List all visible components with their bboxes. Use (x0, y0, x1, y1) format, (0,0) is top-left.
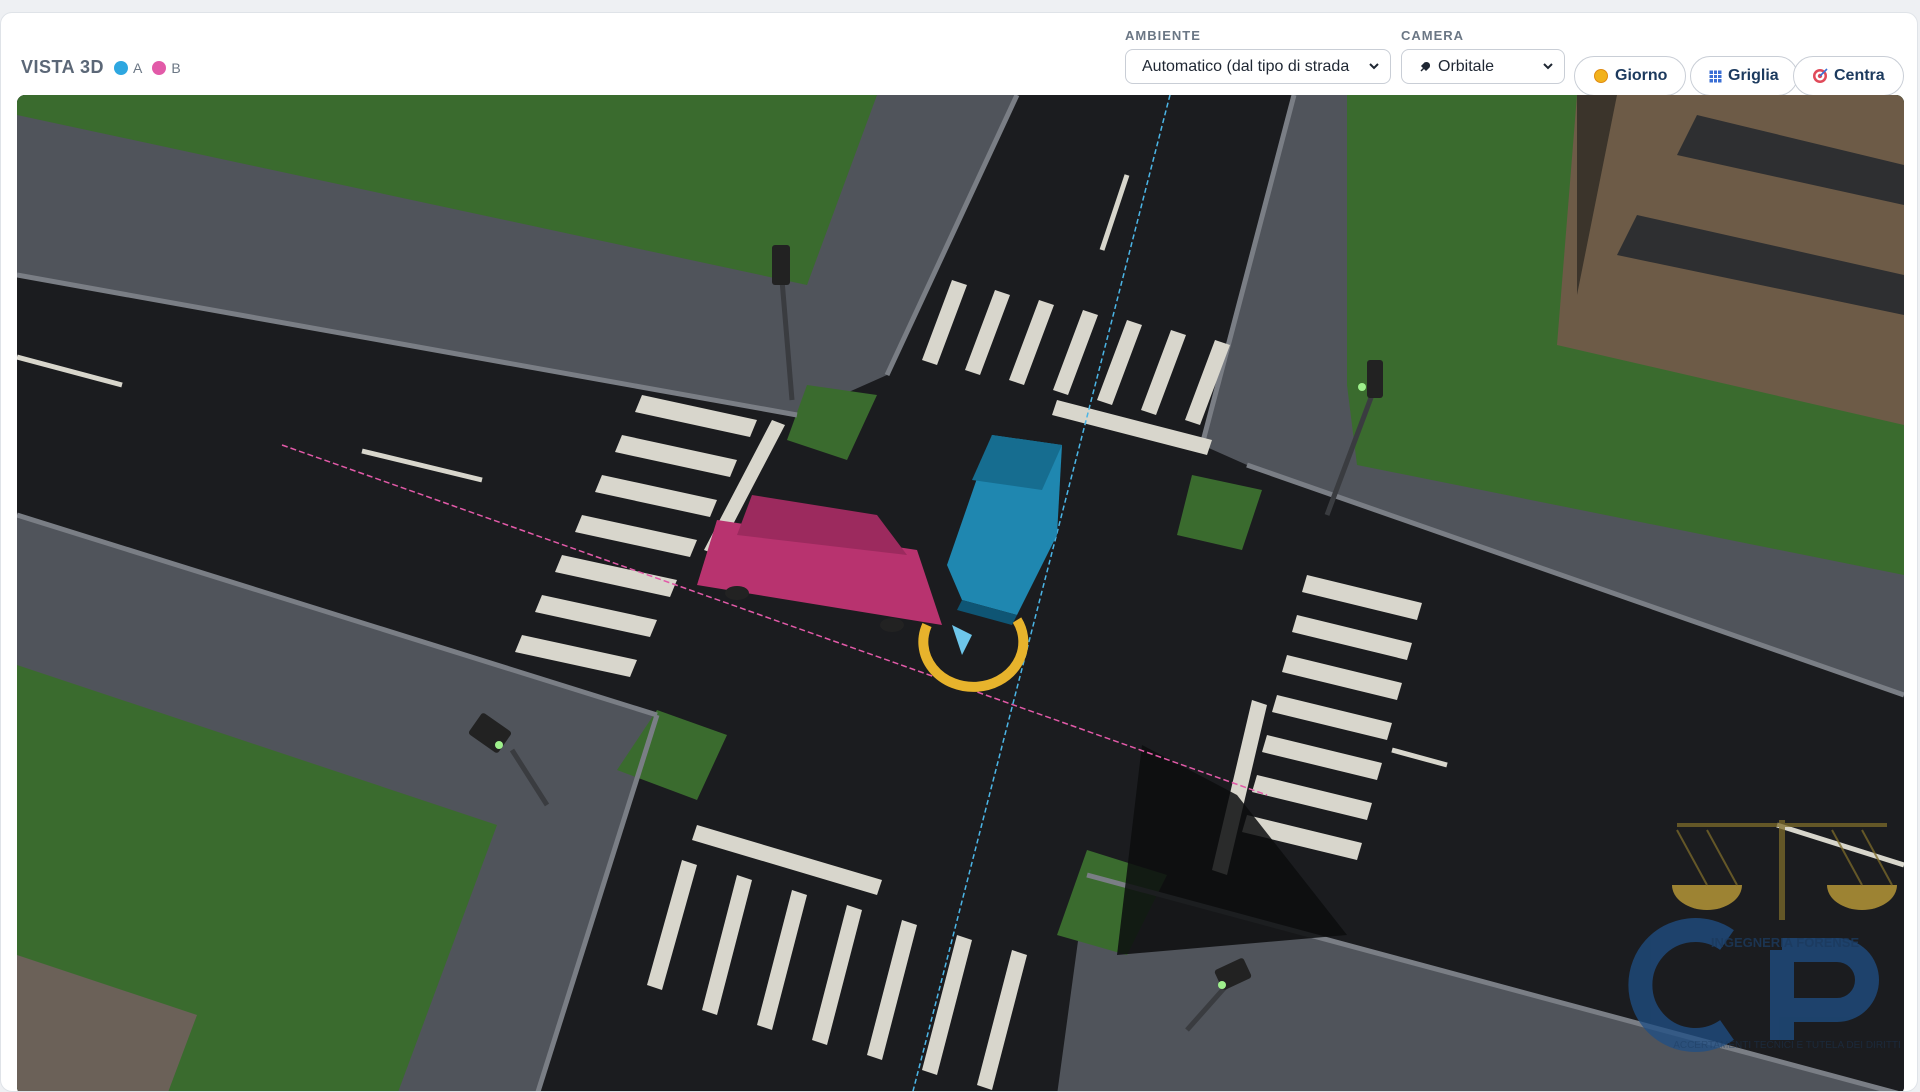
sun-icon (1594, 69, 1608, 83)
legend-label-a: A (133, 59, 143, 76)
day-button-label: Giorno (1615, 67, 1668, 84)
camera-field: CAMERA Orbitale (1401, 28, 1565, 84)
legend-label-b: B (171, 59, 181, 76)
vista-3d-panel: VISTA 3D A B AMBIENTE Automatico (dal ti… (0, 12, 1918, 1092)
ambiente-select[interactable]: Automatico (dal tipo di strada (1125, 49, 1391, 84)
center-button-label: Centra (1834, 67, 1885, 84)
legend-dot-a (114, 60, 129, 75)
legend-dot-b (152, 60, 167, 75)
day-button[interactable]: Giorno (1574, 56, 1687, 96)
title-group: VISTA 3D A B (21, 57, 181, 78)
panel-title: VISTA 3D (21, 57, 105, 77)
watermark-subtext: ACCERTAMENTI TECNICI E TUTELA DEI DIRITT… (1673, 1040, 1901, 1051)
chevron-down-icon (1369, 63, 1379, 70)
camera-label: CAMERA (1401, 28, 1465, 43)
grid-button[interactable]: Griglia (1690, 56, 1798, 96)
rocket-icon (1420, 61, 1430, 72)
grid-icon (1709, 69, 1722, 83)
watermark-text: INGEGNERIA FORENSE (1710, 935, 1860, 950)
legend-item-a: A (114, 60, 142, 76)
panel-header: VISTA 3D A B AMBIENTE Automatico (dal ti… (1, 13, 1917, 96)
legend-item-b: B (152, 59, 181, 76)
intersection-scene (17, 95, 1904, 1091)
camera-value: Orbitale (1438, 57, 1495, 75)
center-button[interactable]: Centra (1793, 56, 1904, 96)
ambiente-label: AMBIENTE (1125, 28, 1201, 43)
camera-select[interactable]: Orbitale (1401, 49, 1565, 84)
grid-button-label: Griglia (1728, 67, 1779, 84)
ambiente-value: Automatico (dal tipo di strada (1142, 57, 1350, 75)
target-icon (1813, 68, 1828, 83)
3d-viewport[interactable]: INGEGNERIA FORENSE ACCERTAMENTI TECNICI … (17, 95, 1904, 1091)
ambiente-field: AMBIENTE Automatico (dal tipo di strada (1125, 28, 1391, 84)
chevron-down-icon (1543, 63, 1553, 70)
